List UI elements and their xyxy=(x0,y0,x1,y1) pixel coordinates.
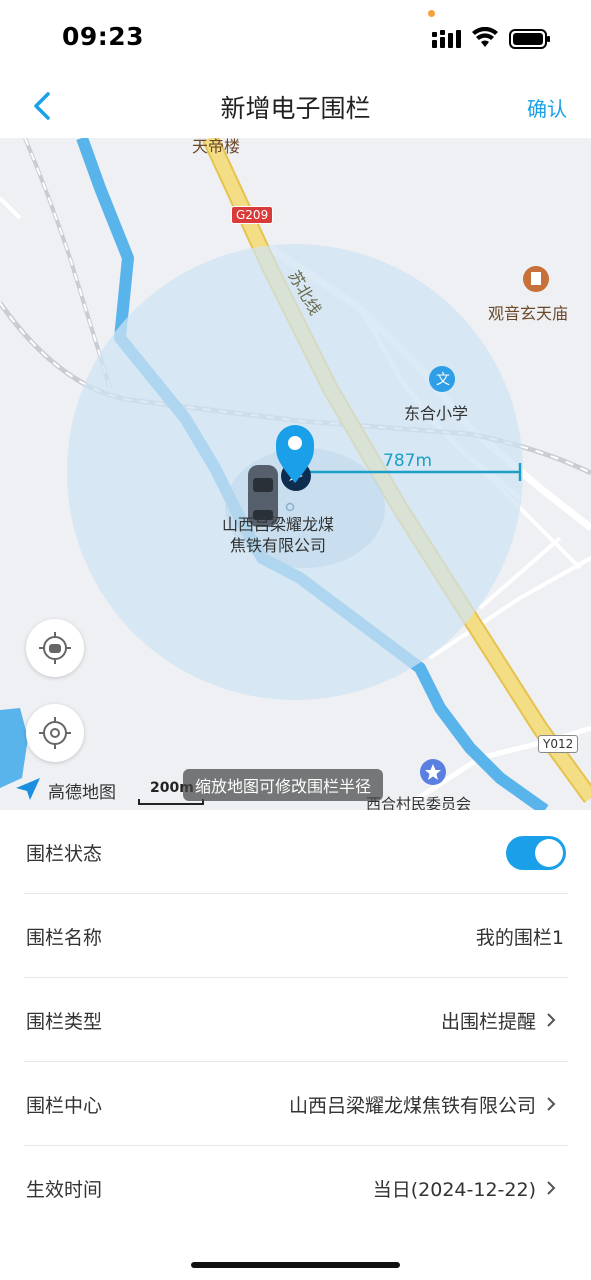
battery-icon xyxy=(509,29,550,49)
fence-status-toggle[interactable] xyxy=(506,836,566,870)
fence-center-value: 山西吕梁耀龙煤焦铁有限公司 xyxy=(288,1095,536,1117)
privacy-indicator-dot xyxy=(428,10,435,17)
company-label-line2: 焦铁有限公司 xyxy=(230,536,327,555)
map-label-top-building: 天帝楼 xyxy=(192,138,241,156)
row-fence-type[interactable]: 围栏类型 出围栏提醒 xyxy=(24,978,568,1062)
road-badge-y012: Y012 xyxy=(538,735,579,753)
nav-bar: 新增电子围栏 确认 xyxy=(0,76,591,138)
poi-label-school: 东合小学 xyxy=(404,404,469,423)
fence-name-value[interactable]: 我的围栏1 xyxy=(476,923,564,950)
chevron-right-icon xyxy=(547,1181,556,1195)
locate-me-button[interactable] xyxy=(26,704,84,762)
company-label: 山西吕梁耀龙煤 焦铁有限公司 xyxy=(222,514,334,556)
toggle-knob xyxy=(535,839,563,867)
wifi-icon xyxy=(472,27,498,47)
amap-logo-text: 高德地图 xyxy=(48,783,116,803)
page-title: 新增电子围栏 xyxy=(220,94,371,123)
map-view[interactable]: 天帝楼 G209 苏北线 观音玄天庙 文 东合小学 787m 山西吕梁耀龙煤 焦… xyxy=(0,138,591,810)
locate-vehicle-button[interactable] xyxy=(26,619,84,677)
fence-name-label: 围栏名称 xyxy=(26,927,103,949)
row-effective-time[interactable]: 生效时间 当日(2024-12-22) xyxy=(24,1146,568,1229)
zoom-hint-toast: 缩放地图可修改围栏半径 xyxy=(183,769,384,801)
vehicle-locate-icon xyxy=(39,632,71,664)
amap-logo: 高德地图 xyxy=(14,776,124,804)
fence-center-label: 围栏中心 xyxy=(26,1095,103,1117)
home-indicator[interactable] xyxy=(191,1262,400,1268)
cellular-signal-icon xyxy=(432,30,461,48)
status-time: 09:23 xyxy=(62,22,145,51)
map-base-layer xyxy=(0,138,591,810)
company-label-line1: 山西吕梁耀龙煤 xyxy=(222,515,335,534)
poi-label-temple: 观音玄天庙 xyxy=(488,304,569,323)
effective-time-label: 生效时间 xyxy=(26,1179,103,1201)
effective-time-value: 当日(2024-12-22) xyxy=(372,1179,536,1201)
row-fence-center[interactable]: 围栏中心 山西吕梁耀龙煤焦铁有限公司 xyxy=(24,1062,568,1146)
fence-status-label: 围栏状态 xyxy=(26,843,103,865)
amap-arrow-icon xyxy=(16,778,40,800)
row-fence-status: 围栏状态 xyxy=(24,810,568,894)
row-fence-name[interactable]: 围栏名称 我的围栏1 xyxy=(24,894,568,978)
school-icon-char: 文 xyxy=(436,372,450,388)
status-bar: 09:23 xyxy=(0,0,591,76)
fence-type-label: 围栏类型 xyxy=(26,1011,103,1033)
crosshair-icon xyxy=(39,717,71,749)
chevron-right-icon xyxy=(547,1013,556,1027)
fence-type-value: 出围栏提醒 xyxy=(440,1011,536,1033)
chevron-right-icon xyxy=(547,1097,556,1111)
radius-label: 787m xyxy=(383,451,433,471)
confirm-button[interactable]: 确认 xyxy=(527,93,567,122)
road-badge-g209: G209 xyxy=(231,206,274,224)
